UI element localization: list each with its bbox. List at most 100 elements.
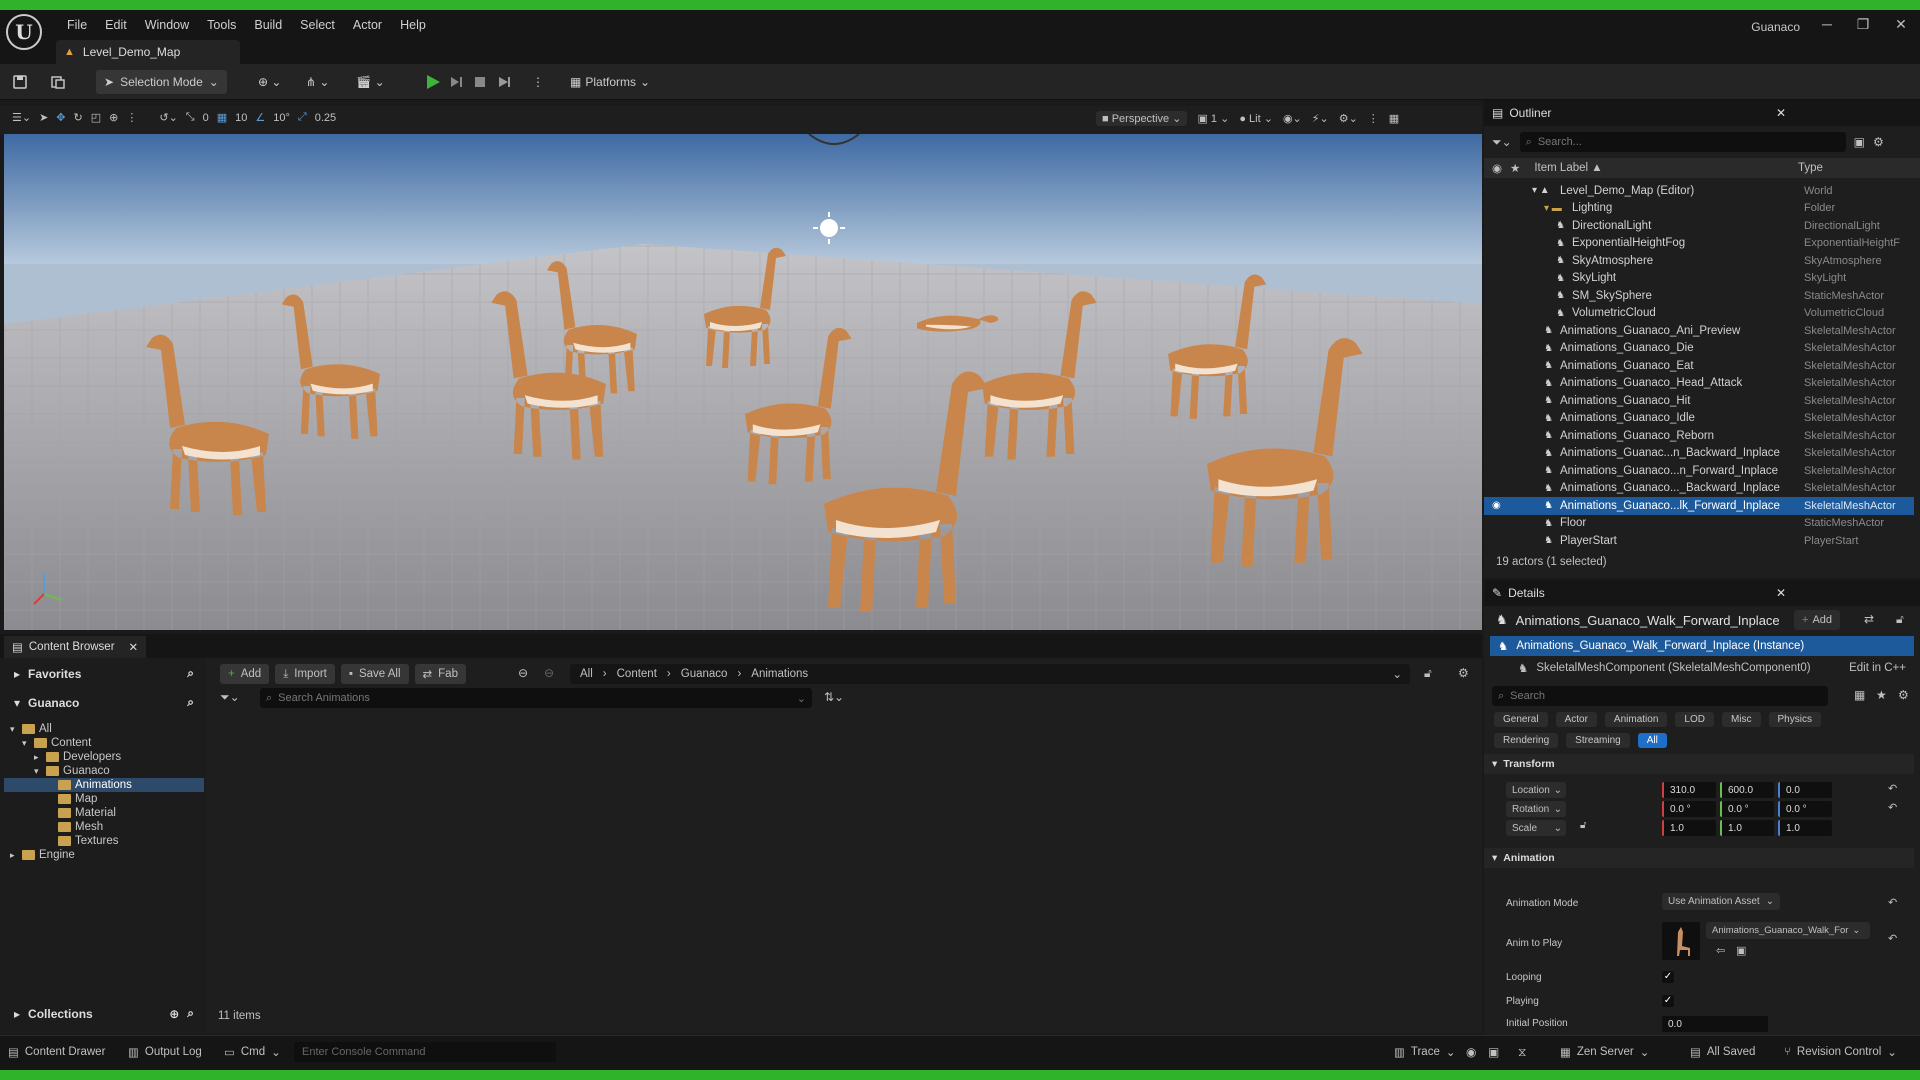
surface-snap-icon[interactable]: ↺⌄ [159, 111, 177, 124]
menu-actor[interactable]: Actor [344, 14, 391, 36]
tab-all[interactable]: All [1637, 733, 1667, 748]
stop-icon[interactable] [472, 70, 488, 94]
outliner-row[interactable]: ♞ SM_SkySphere StaticMeshActor [1484, 287, 1914, 305]
close-window-button[interactable]: ✕ [1888, 16, 1914, 33]
viewport-options-icon[interactable]: ⋮ [1368, 112, 1379, 125]
add-button[interactable]: + Add [220, 664, 270, 684]
search-icon[interactable]: ⌕ [187, 695, 194, 710]
outliner-row[interactable]: ▾ ▬ Lighting Folder [1484, 200, 1914, 218]
reset-icon[interactable]: ↶ [1888, 932, 1897, 945]
selection-mode-dropdown[interactable]: ➤ Selection Mode ⌄ [96, 70, 227, 94]
rotation-z-input[interactable]: 0.0 ° [1778, 801, 1832, 817]
location-z-input[interactable]: 0.0 [1778, 782, 1832, 798]
initial-position-input[interactable]: 0.0 [1662, 1016, 1768, 1032]
outliner-row[interactable]: ♞ VolumetricCloud VolumetricCloud [1484, 305, 1914, 323]
folder-mesh[interactable]: Mesh [4, 820, 204, 834]
star-icon[interactable]: ★ [1876, 688, 1887, 702]
close-icon[interactable]: ✕ [1776, 106, 1786, 120]
output-log-button[interactable]: ▥ Output Log [128, 1045, 202, 1059]
revision-control-dropdown[interactable]: ⑂ Revision Control ⌄ [1784, 1045, 1897, 1059]
scale-dropdown[interactable]: Scale ⌄ [1506, 820, 1566, 836]
tab-lod[interactable]: LOD [1675, 712, 1714, 727]
layout-icon[interactable]: ▦ [1389, 112, 1399, 125]
import-button[interactable]: ⤓ Import [275, 664, 335, 684]
grid-snap-icon[interactable]: ▦ [217, 111, 227, 124]
search-icon[interactable]: ⌕ [187, 1006, 194, 1021]
folder-engine[interactable]: ▸ Engine [4, 848, 204, 862]
show-icon[interactable]: ◉⌄ [1283, 112, 1302, 125]
instance-row[interactable]: ♞ Animations_Guanaco_Walk_Forward_Inplace… [1490, 636, 1914, 656]
asset-search-input[interactable]: ⌕ Search Animations ⌄ [260, 688, 812, 708]
item-label-column[interactable]: Item Label ▲ [1534, 162, 1602, 174]
scale-y-input[interactable]: 1.0 [1720, 820, 1774, 836]
menu-file[interactable]: File [58, 14, 96, 36]
settings-icon[interactable]: ⚙ [1458, 666, 1469, 680]
outliner-row[interactable]: ♞ DirectionalLight DirectionalLight [1484, 217, 1914, 235]
playing-checkbox[interactable]: ✓ [1662, 995, 1674, 1007]
zen-server-dropdown[interactable]: ▦ Zen Server ⌄ [1560, 1045, 1649, 1059]
viewport-menu-icon[interactable]: ☰⌄ [12, 111, 31, 124]
play-button[interactable] [424, 70, 442, 94]
breadcrumb-item[interactable]: Guanaco [681, 668, 728, 680]
pin-column-icon[interactable]: ★ [1510, 161, 1520, 175]
more-icon[interactable]: ⋮ [126, 111, 137, 124]
add-collection-icon[interactable]: ⊕ [169, 1007, 179, 1021]
outliner-row[interactable]: ♞ Animations_Guanaco_Reborn SkeletalMeshAc… [1484, 427, 1914, 445]
tab-misc[interactable]: Misc [1721, 712, 1761, 727]
world-space-icon[interactable]: ⊕ [109, 111, 118, 124]
outliner-row[interactable]: ♞ Animations_Guanaco...n_Forward_Inplace S… [1484, 462, 1914, 480]
folder-material[interactable]: Material [4, 806, 204, 820]
unreal-logo-icon[interactable]: U [6, 14, 42, 50]
rotate-tool-icon[interactable]: ↻ [74, 111, 83, 124]
breadcrumb-item[interactable]: Content [617, 668, 657, 680]
looping-checkbox[interactable]: ✓ [1662, 971, 1674, 983]
location-y-input[interactable]: 600.0 [1720, 782, 1774, 798]
lock-icon[interactable]: 🔓︎ [1424, 666, 1432, 681]
outliner-row[interactable]: ◉ ♞ Animations_Guanaco...lk_Forward_Inplac… [1484, 497, 1914, 515]
content-drawer-button[interactable]: ▤ Content Drawer [8, 1045, 105, 1059]
save-icon[interactable] [12, 70, 28, 94]
outliner-row[interactable]: ♞ SkyLight SkyLight [1484, 270, 1914, 288]
level-viewport[interactable]: Animations_ Guanaco_Ani_ PreviewAnimatio… [4, 134, 1482, 630]
scale-snap-icon[interactable]: ⤢ [298, 111, 307, 124]
menu-tools[interactable]: Tools [198, 14, 245, 36]
filter-icon[interactable]: ⏷⌄ [220, 690, 240, 705]
menu-window[interactable]: Window [136, 14, 198, 36]
details-search-input[interactable]: ⌕ Search [1492, 686, 1828, 706]
step-icon[interactable] [448, 70, 464, 94]
table-view-icon[interactable]: ▦ [1854, 688, 1865, 702]
browse-icon[interactable] [50, 70, 66, 94]
sort-icon[interactable]: ⇅⌄ [824, 690, 844, 704]
browse-icon[interactable]: ▣ [1736, 944, 1746, 957]
rotation-snap-icon[interactable]: ∠ [255, 111, 265, 124]
outliner-row[interactable]: ♞ Animations_Guanaco..._Backward_Inplace S… [1484, 480, 1914, 498]
scale-x-input[interactable]: 1.0 [1662, 820, 1716, 836]
type-column[interactable]: Type [1798, 162, 1823, 174]
animation-mode-dropdown[interactable]: Use Animation Asset ⌄ [1662, 893, 1781, 910]
use-selected-icon[interactable]: ⇦ [1716, 944, 1725, 957]
translate-tool-icon[interactable]: ✥ [56, 111, 65, 124]
select-tool-icon[interactable]: ➤ [39, 111, 48, 124]
search-icon[interactable]: ⌕ [187, 666, 194, 681]
visibility-column-icon[interactable]: ◉ [1492, 161, 1502, 175]
outliner-search-input[interactable]: ⌕ Search... [1519, 132, 1846, 152]
rotation-dropdown[interactable]: Rotation ⌄ [1506, 801, 1566, 817]
folder-animations[interactable]: Animations [4, 778, 204, 792]
add-component-button[interactable]: + Add [1794, 610, 1841, 630]
transform-section[interactable]: ▾ Transform [1484, 754, 1914, 774]
camera-speed-dropdown[interactable]: ▣ 1 ⌄ [1197, 112, 1229, 125]
rotation-x-input[interactable]: 0.0 ° [1662, 801, 1716, 817]
tab-animation[interactable]: Animation [1604, 712, 1668, 727]
forward-icon[interactable]: ⊖ [544, 666, 554, 680]
animation-section[interactable]: ▾ Animation [1484, 848, 1914, 868]
details-tab[interactable]: ✎ Details ✕ [1484, 580, 1920, 606]
menu-select[interactable]: Select [291, 14, 344, 36]
collections-section[interactable]: ▸ Collections ⊕ ⌕ [14, 1006, 194, 1021]
lock-icon[interactable]: 🔓︎ [1580, 820, 1586, 831]
platforms-dropdown[interactable]: ▦ Platforms ⌄ [570, 70, 650, 94]
folder-content[interactable]: ▾ Content [4, 736, 204, 750]
blueprints-button[interactable]: ⋔ ⌄ [306, 70, 329, 94]
component-row[interactable]: ♞ SkeletalMeshComponent (SkeletalMeshComp… [1490, 658, 1914, 678]
screenshot-icon[interactable]: ▣ [1488, 1045, 1499, 1059]
folder-textures[interactable]: Textures [4, 834, 204, 848]
